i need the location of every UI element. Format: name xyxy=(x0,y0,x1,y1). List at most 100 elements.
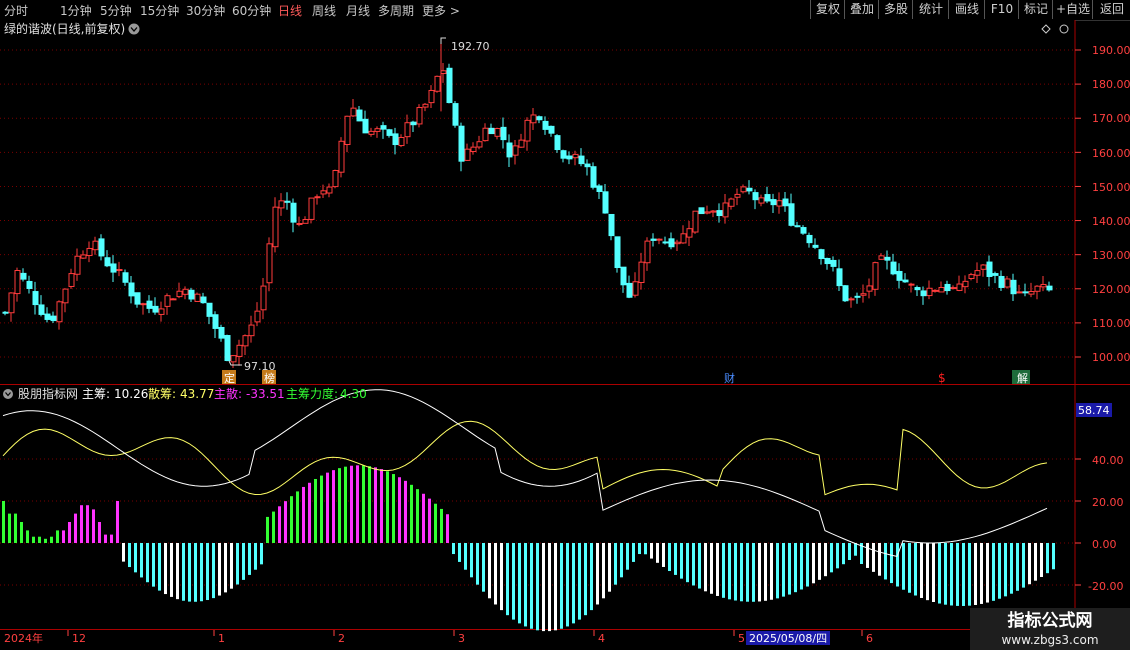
candle-body xyxy=(950,287,957,290)
indicator-bar xyxy=(182,543,185,601)
zhu-chou-value: 10.26 xyxy=(114,387,148,401)
indicator-bar xyxy=(752,543,755,602)
indicator-bar xyxy=(368,466,371,543)
candle-body xyxy=(2,311,9,314)
overlay-button[interactable]: 叠加 xyxy=(844,0,879,19)
zhu-chou-line xyxy=(2,389,1048,557)
indicator-bar xyxy=(710,543,713,594)
tab-15min[interactable]: 15分钟 xyxy=(140,2,179,19)
indicator-bar xyxy=(1034,543,1037,581)
fuquan-button[interactable]: 复权 xyxy=(810,0,845,19)
indicator-bar xyxy=(590,543,593,611)
f10-button[interactable]: F10 xyxy=(984,0,1019,19)
indicator-bar xyxy=(758,543,761,602)
indicator-bar xyxy=(734,543,737,601)
add-watchlist-button[interactable]: +自选 xyxy=(1052,0,1093,19)
multi-stock-button[interactable]: 多股 xyxy=(878,0,913,19)
tab-more[interactable]: 更多 > xyxy=(422,2,460,19)
indicator-bar xyxy=(8,513,11,543)
candle-body xyxy=(1040,283,1047,288)
indicator-bar xyxy=(956,543,959,606)
indicator-bar xyxy=(542,543,545,632)
indicator-bar xyxy=(842,543,845,565)
indicator-bar xyxy=(926,543,929,601)
candle-body xyxy=(92,240,99,251)
candle-body xyxy=(662,241,669,244)
tab-5min[interactable]: 5分钟 xyxy=(100,2,132,19)
title-dropdown-icon[interactable] xyxy=(128,23,140,35)
indicator-bar xyxy=(716,543,719,596)
san-chou-line xyxy=(2,420,1048,496)
indicator-bar xyxy=(776,543,779,599)
candle-body xyxy=(104,257,111,267)
indicator-bar xyxy=(434,503,437,543)
candle-body xyxy=(620,266,627,286)
indicator-bar xyxy=(704,543,707,592)
candle-body xyxy=(194,293,201,302)
candle-body xyxy=(794,225,801,228)
price-tick: 150.00 xyxy=(1092,181,1130,194)
san-chou-label: 散筹: xyxy=(148,386,176,401)
candle-body xyxy=(584,163,591,168)
indicator-dropdown-icon[interactable] xyxy=(3,389,13,399)
event-marker-dollar[interactable]: $ xyxy=(938,371,946,385)
candle-body xyxy=(416,107,423,125)
indicator-bar xyxy=(908,543,911,593)
tab-30min[interactable]: 30分钟 xyxy=(186,2,225,19)
high-price-label: 192.70 xyxy=(451,40,490,53)
tab-multi-period[interactable]: 多周期 xyxy=(378,2,414,19)
tab-monthly[interactable]: 月线 xyxy=(346,2,370,19)
indicator-tick: 40.00 xyxy=(1092,454,1124,467)
back-button[interactable]: 返回 xyxy=(1092,0,1130,19)
candle-body xyxy=(308,197,315,220)
candle-body xyxy=(782,198,789,207)
indicator-bar xyxy=(668,543,671,572)
candle-body xyxy=(470,146,477,153)
indicator-bar xyxy=(428,498,431,543)
candle-body xyxy=(812,244,819,248)
tab-1min[interactable]: 1分钟 xyxy=(60,2,92,19)
indicator-bar xyxy=(206,543,209,601)
candle-body xyxy=(614,236,621,269)
stats-button[interactable]: 统计 xyxy=(912,0,949,19)
tab-daily[interactable]: 日线 xyxy=(278,2,302,19)
candle-body xyxy=(920,290,927,297)
tab-60min[interactable]: 60分钟 xyxy=(232,2,271,19)
candle-body xyxy=(464,148,471,161)
indicator-bar xyxy=(278,506,281,543)
indicator-bar xyxy=(242,543,245,580)
candle-body xyxy=(254,310,261,323)
time-label: 6 xyxy=(866,632,873,645)
candle-body xyxy=(680,233,687,244)
candle-body xyxy=(590,166,597,188)
candle-body xyxy=(392,133,399,146)
event-marker-cai[interactable]: 财 xyxy=(724,371,735,385)
mark-button[interactable]: 标记 xyxy=(1018,0,1053,19)
indicator-bar xyxy=(806,543,809,587)
indicator-bar xyxy=(164,543,167,595)
indicator-tick: -20.00 xyxy=(1088,580,1123,593)
indicator-bar xyxy=(638,543,641,555)
candle-body xyxy=(188,289,195,300)
candle-body xyxy=(230,355,237,363)
price-tick: 120.00 xyxy=(1092,283,1130,296)
main-panel-bg xyxy=(0,20,1075,385)
indicator-bar xyxy=(656,543,659,563)
candle-body xyxy=(20,272,27,280)
candle-body xyxy=(836,268,843,287)
indicator-bar xyxy=(1028,543,1031,585)
candle-body xyxy=(734,193,741,198)
candle-body xyxy=(326,186,333,194)
tab-fenshi[interactable]: 分时 xyxy=(4,2,28,19)
indicator-tick: 20.00 xyxy=(1092,496,1124,509)
candle-body xyxy=(986,261,993,277)
tab-weekly[interactable]: 周线 xyxy=(312,2,336,19)
draw-line-button[interactable]: 画线 xyxy=(948,0,985,19)
indicator-bar xyxy=(236,543,239,585)
indicator-bar xyxy=(110,534,113,543)
indicator-bar xyxy=(578,543,581,620)
indicator-bar xyxy=(128,543,131,568)
zhu-san-label: 主散: xyxy=(214,386,242,401)
stock-chart[interactable]: 绿的谐波(日线,前复权) 192.70 97.10 190.00 180.00 … xyxy=(0,20,1130,650)
candle-body xyxy=(938,286,945,293)
